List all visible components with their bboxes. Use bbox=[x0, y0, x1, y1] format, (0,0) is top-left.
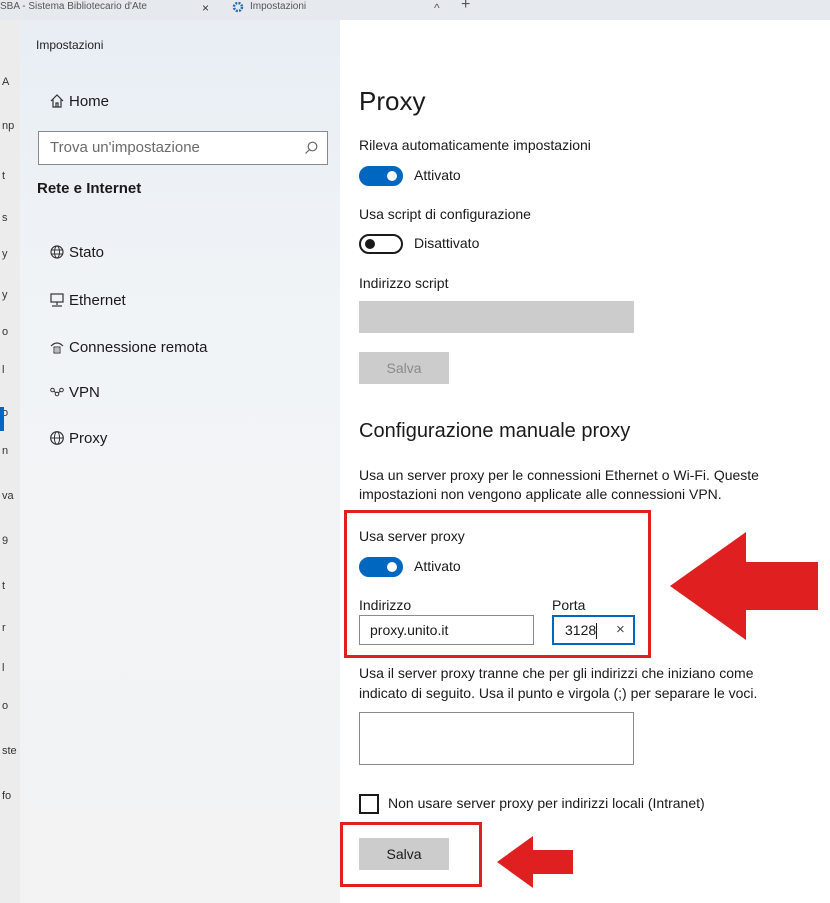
globe-icon bbox=[48, 429, 66, 447]
background-window-edge: Anp t s y y o l o n va 9 t r l o ste fo bbox=[0, 20, 20, 903]
page-title: Proxy bbox=[359, 86, 426, 116]
settings-sidebar: Impostazioni Home Trova un'impostazione … bbox=[20, 20, 340, 903]
local-bypass-checkbox[interactable] bbox=[359, 794, 379, 814]
background-window-glyph: y bbox=[2, 289, 8, 301]
red-arrow-small-icon bbox=[497, 836, 573, 888]
sidebar-item-label: Ethernet bbox=[69, 292, 126, 309]
background-window-glyph: t bbox=[2, 170, 6, 182]
browser-tab-settings[interactable]: Impostazioni bbox=[250, 0, 340, 20]
search-input[interactable]: Trova un'impostazione bbox=[50, 139, 200, 156]
browser-tab-sba[interactable]: SBA - Sistema Bibliotecario d'Ate bbox=[0, 0, 200, 20]
settings-gear-icon bbox=[232, 0, 244, 20]
background-window-glyph: r bbox=[2, 622, 6, 634]
tab-list-chevron-icon[interactable]: ^ bbox=[434, 1, 448, 21]
highlight-box-proxy-settings bbox=[344, 510, 651, 658]
vpn-icon bbox=[48, 383, 66, 401]
auto-detect-heading: Rileva automaticamente impostazioni bbox=[359, 137, 591, 153]
sidebar-item-home[interactable]: Home bbox=[20, 82, 340, 122]
sidebar-item-stato[interactable]: Stato bbox=[20, 233, 340, 273]
browser-tab-title: SBA - Sistema Bibliotecario d'Ate bbox=[0, 1, 147, 12]
config-script-toggle[interactable] bbox=[359, 234, 403, 254]
background-window-glyph: va bbox=[2, 490, 14, 502]
home-icon bbox=[48, 92, 66, 110]
background-window-glyph: ste bbox=[2, 745, 17, 757]
toggle-knob bbox=[365, 239, 375, 249]
script-address-label: Indirizzo script bbox=[359, 275, 449, 291]
sidebar-item-vpn[interactable]: VPN bbox=[20, 373, 340, 413]
dialup-icon bbox=[48, 338, 66, 356]
browser-tab-title: Impostazioni bbox=[250, 1, 307, 12]
browser-tab-close-icon[interactable]: × bbox=[202, 1, 214, 21]
sidebar-item-label: Proxy bbox=[69, 430, 108, 447]
save-script-button[interactable]: Salva bbox=[359, 352, 449, 384]
background-window-glyph: np bbox=[2, 120, 15, 132]
local-bypass-label: Non usare server proxy per indirizzi loc… bbox=[388, 795, 705, 811]
background-window-glyph: 9 bbox=[2, 535, 9, 547]
exceptions-description-line2: indicato di seguito. Usa il punto e virg… bbox=[359, 685, 758, 701]
background-window-glyph: s bbox=[2, 212, 8, 224]
background-window-glyph: y bbox=[2, 248, 8, 260]
background-window-glyph: fo bbox=[2, 790, 12, 802]
highlight-box-save bbox=[340, 822, 482, 887]
sidebar-item-label: Connessione remota bbox=[69, 339, 208, 356]
settings-search-box[interactable]: Trova un'impostazione bbox=[38, 131, 328, 165]
background-window-glyph: l bbox=[2, 364, 5, 376]
sidebar-item-ethernet[interactable]: Ethernet bbox=[20, 281, 340, 321]
config-script-heading: Usa script di configurazione bbox=[359, 206, 531, 222]
sidebar-item-label: Stato bbox=[69, 244, 105, 261]
window-title: Impostazioni bbox=[36, 38, 104, 52]
script-address-input[interactable] bbox=[359, 301, 634, 333]
background-window-glyph: l bbox=[2, 662, 5, 674]
auto-detect-state: Attivato bbox=[414, 167, 461, 183]
search-icon[interactable] bbox=[303, 140, 319, 156]
manual-description-line1: Usa un server proxy per le connessioni E… bbox=[359, 467, 759, 483]
background-window-glyph: t bbox=[2, 580, 6, 592]
background-window-glyph: n bbox=[2, 445, 9, 457]
background-window-glyph: o bbox=[2, 700, 9, 712]
sidebar-item-connessione-remota[interactable]: Connessione remota bbox=[20, 328, 340, 368]
toggle-knob bbox=[387, 171, 397, 181]
sidebar-item-label: VPN bbox=[69, 384, 100, 401]
manual-proxy-title: Configurazione manuale proxy bbox=[359, 420, 631, 442]
exceptions-description-line1: Usa il server proxy tranne che per gli i… bbox=[359, 665, 754, 681]
ethernet-icon bbox=[48, 291, 66, 309]
selected-indicator bbox=[0, 407, 4, 431]
new-tab-plus-icon[interactable]: + bbox=[461, 0, 477, 18]
browser-tab-strip: SBA - Sistema Bibliotecario d'Ate × Impo… bbox=[0, 0, 830, 20]
exceptions-textarea[interactable] bbox=[359, 712, 634, 765]
config-script-state: Disattivato bbox=[414, 235, 480, 251]
sidebar-item-proxy[interactable]: Proxy bbox=[20, 419, 340, 459]
background-window-glyph: o bbox=[2, 407, 9, 419]
manual-description-line2: impostazioni non vengono applicate alle … bbox=[359, 486, 722, 502]
red-arrow-large-icon bbox=[670, 532, 818, 640]
globe-status-icon bbox=[48, 243, 66, 261]
background-window-glyph: A bbox=[2, 76, 10, 88]
auto-detect-toggle[interactable] bbox=[359, 166, 403, 186]
sidebar-section-heading: Rete e Internet bbox=[37, 180, 142, 197]
background-window-glyph: o bbox=[2, 326, 9, 338]
sidebar-item-label: Home bbox=[69, 93, 110, 110]
